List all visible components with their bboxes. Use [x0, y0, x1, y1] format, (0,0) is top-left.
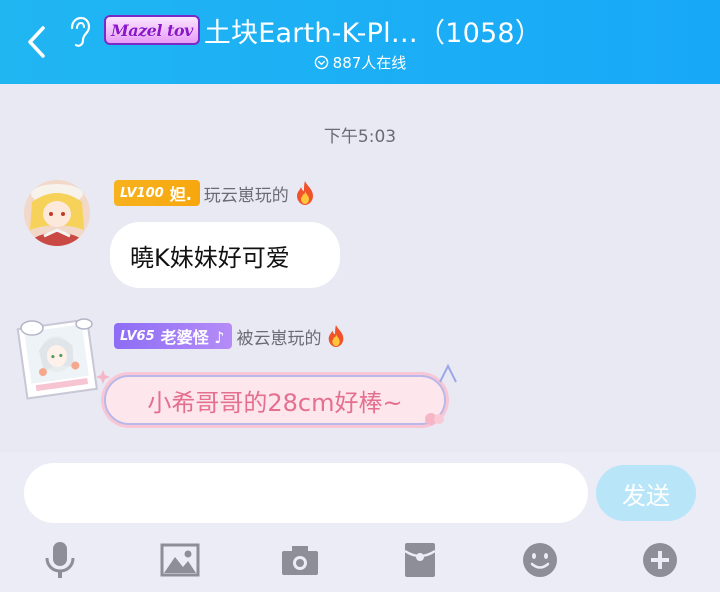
- title-tag: 妲.: [169, 185, 192, 204]
- avatar[interactable]: [24, 180, 90, 246]
- online-count[interactable]: 887人在线: [0, 52, 720, 73]
- sender-name[interactable]: 玩云崽玩的: [204, 181, 289, 206]
- sender-meta: LV100 妲. 玩云崽玩的: [114, 180, 317, 206]
- title-tag: 老婆怪 ♪: [160, 328, 225, 347]
- level-badge: LV65 老婆怪 ♪: [114, 323, 233, 349]
- chevron-circle-icon: [314, 55, 328, 70]
- level-badge: LV100 妲.: [114, 180, 200, 206]
- red-packet-button[interactable]: [398, 538, 442, 582]
- bubble-decoration-icon: [439, 363, 457, 383]
- level-text: LV100: [120, 185, 164, 201]
- emoji-icon: [523, 543, 557, 577]
- ear-icon[interactable]: [68, 16, 92, 50]
- send-button[interactable]: 发送: [596, 465, 696, 521]
- sender-name[interactable]: 被云崽玩的: [236, 324, 321, 349]
- message-bubble[interactable]: 曉K妹妹好可爱: [110, 222, 340, 288]
- camera-button[interactable]: [278, 538, 322, 582]
- bubble-decoration-icon: [96, 370, 110, 384]
- group-title: 土块Earth-K-Pl…（1058）: [203, 17, 542, 49]
- more-button[interactable]: [638, 538, 682, 582]
- sender-meta: LV65 老婆怪 ♪ 被云崽玩的: [114, 323, 347, 349]
- message-bubble[interactable]: 小希哥哥的28cm好棒~: [104, 375, 446, 425]
- message-text: 小希哥哥的28cm好棒~: [147, 388, 403, 417]
- microphone-button[interactable]: [38, 538, 82, 582]
- chat-header: Mazel tov 土块Earth-K-Pl…（1058） 887人在线: [0, 0, 720, 84]
- online-text: 887人在线: [332, 54, 407, 72]
- message-input[interactable]: [24, 463, 588, 523]
- group-badge: Mazel tov: [104, 15, 200, 45]
- bubble-decoration-icon: [425, 413, 444, 425]
- fire-icon: [296, 181, 313, 205]
- red-packet-icon: [404, 543, 436, 577]
- plus-icon: [643, 543, 677, 577]
- message-timestamp: 下午5:03: [323, 127, 397, 147]
- camera-icon: [282, 546, 318, 575]
- avatar-image: [24, 180, 90, 246]
- image-icon: [160, 543, 200, 577]
- avatar-image: [16, 318, 98, 400]
- chat-title[interactable]: Mazel tov 土块Earth-K-Pl…（1058）: [104, 10, 542, 50]
- message-text: 曉K妹妹好可爱: [130, 243, 290, 272]
- avatar-frame[interactable]: [14, 314, 100, 400]
- fire-icon: [329, 325, 344, 347]
- emoji-button[interactable]: [518, 538, 562, 582]
- image-button[interactable]: [158, 538, 202, 582]
- microphone-icon: [45, 542, 75, 578]
- input-bar: 发送: [0, 452, 720, 592]
- level-text: LV65: [120, 328, 155, 344]
